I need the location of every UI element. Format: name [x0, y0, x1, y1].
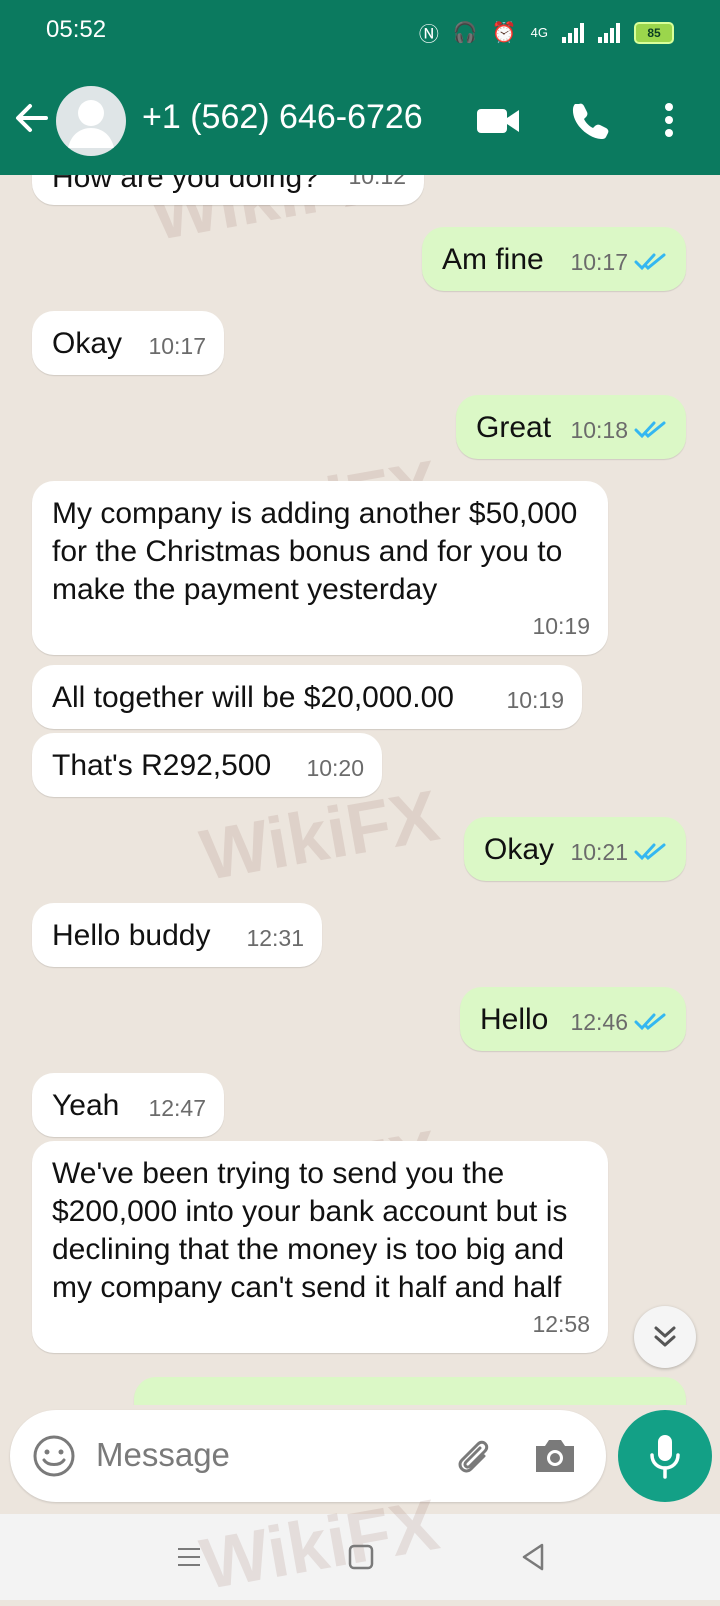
watermark: WikiFX	[194, 1484, 445, 1606]
message-incoming[interactable]: How are you doing? 10:12	[32, 175, 424, 205]
message-text: Hello buddy	[52, 919, 211, 952]
avatar[interactable]	[56, 86, 126, 156]
status-time: 05:52	[46, 16, 107, 43]
message-text: Yeah	[52, 1089, 120, 1122]
message-text: My company is adding another $50,000 for…	[52, 497, 578, 606]
message-text: Am fine	[442, 243, 544, 276]
message-time: 10:17	[148, 333, 206, 359]
message-incoming[interactable]: Hello buddy 12:31	[32, 903, 322, 967]
alarm-icon: ⏰	[491, 22, 517, 44]
chat-area[interactable]: WikiFX WikiFX WikiFX WikiFX How are you …	[0, 175, 720, 1405]
more-options-icon[interactable]	[662, 100, 676, 140]
message-text: Okay	[52, 327, 123, 360]
message-incoming[interactable]: My company is adding another $50,000 for…	[32, 481, 608, 655]
message-time: 10:20	[306, 755, 364, 781]
message-text: Okay	[484, 833, 555, 866]
message-text: We've been trying to send you the $200,0…	[52, 1157, 568, 1304]
message-incoming[interactable]: We've been trying to send you the $200,0…	[32, 1141, 608, 1353]
double-chevron-down-icon	[654, 1326, 676, 1347]
message-time: 12:58	[532, 1311, 590, 1337]
default-avatar-icon	[68, 100, 114, 148]
attach-icon[interactable]	[450, 1434, 494, 1478]
signal-icon	[562, 22, 584, 43]
read-receipt-icon	[634, 421, 666, 439]
message-incoming[interactable]: Okay 10:17	[32, 311, 224, 375]
home-icon[interactable]	[348, 1544, 374, 1570]
read-receipt-icon	[634, 253, 666, 271]
message-time: 12:31	[246, 925, 304, 951]
message-time: 10:17	[570, 249, 628, 275]
back-nav-icon[interactable]	[520, 1542, 546, 1572]
message-time: 10:19	[506, 687, 564, 713]
message-text: Hello	[480, 1003, 549, 1036]
message-outgoing[interactable]: Okay 10:21	[464, 817, 686, 881]
read-receipt-icon	[634, 1013, 666, 1031]
scroll-to-bottom-button[interactable]	[634, 1306, 696, 1368]
camera-icon[interactable]	[532, 1436, 578, 1476]
message-time: 10:18	[570, 417, 628, 443]
app-header: 05:52 Ⓝ 🎧 ⏰ 4G 85 +1 (562) 646-6726	[0, 0, 720, 175]
message-time: 10:21	[570, 839, 628, 865]
message-text: Great	[476, 411, 552, 444]
message-time: 12:46	[570, 1009, 628, 1035]
contact-name[interactable]: +1 (562) 646-6726	[142, 98, 423, 137]
message-incoming[interactable]: That's R292,500 10:20	[32, 733, 382, 797]
emoji-icon[interactable]	[32, 1434, 76, 1478]
message-text: That's R292,500	[52, 749, 272, 782]
system-navigation-bar: WikiFX	[0, 1485, 720, 1605]
voice-call-icon[interactable]	[570, 100, 610, 140]
message-incoming[interactable]: Yeah 12:47	[32, 1073, 224, 1137]
microphone-icon	[650, 1435, 680, 1479]
read-receipt-icon	[634, 843, 666, 861]
status-icons: Ⓝ 🎧 ⏰ 4G 85	[419, 18, 674, 47]
voice-record-button[interactable]	[618, 1410, 712, 1502]
network-label: 4G	[530, 25, 548, 40]
video-call-icon[interactable]	[476, 106, 520, 136]
message-composer[interactable]: Message	[10, 1410, 606, 1502]
nfc-icon: Ⓝ	[418, 24, 439, 46]
battery-icon: 85	[634, 21, 674, 44]
message-input[interactable]: Message	[96, 1436, 230, 1474]
message-incoming[interactable]: All together will be $20,000.00 10:19	[32, 665, 582, 729]
message-outgoing[interactable]: Am fine 10:17	[422, 227, 686, 291]
headset-icon: 🎧	[452, 22, 478, 44]
message-outgoing-partial[interactable]	[134, 1377, 686, 1405]
message-outgoing[interactable]: Great 10:18	[456, 395, 686, 459]
message-time: 10:12	[348, 175, 406, 189]
message-time: 12:47	[148, 1095, 206, 1121]
back-arrow-icon[interactable]	[12, 98, 52, 138]
signal-icon-2	[598, 22, 620, 43]
message-outgoing[interactable]: Hello 12:46	[460, 987, 686, 1051]
message-text: All together will be $20,000.00	[52, 681, 454, 714]
message-text: How are you doing?	[52, 175, 319, 194]
message-time: 10:19	[532, 613, 590, 639]
menu-icon[interactable]	[176, 1544, 202, 1570]
